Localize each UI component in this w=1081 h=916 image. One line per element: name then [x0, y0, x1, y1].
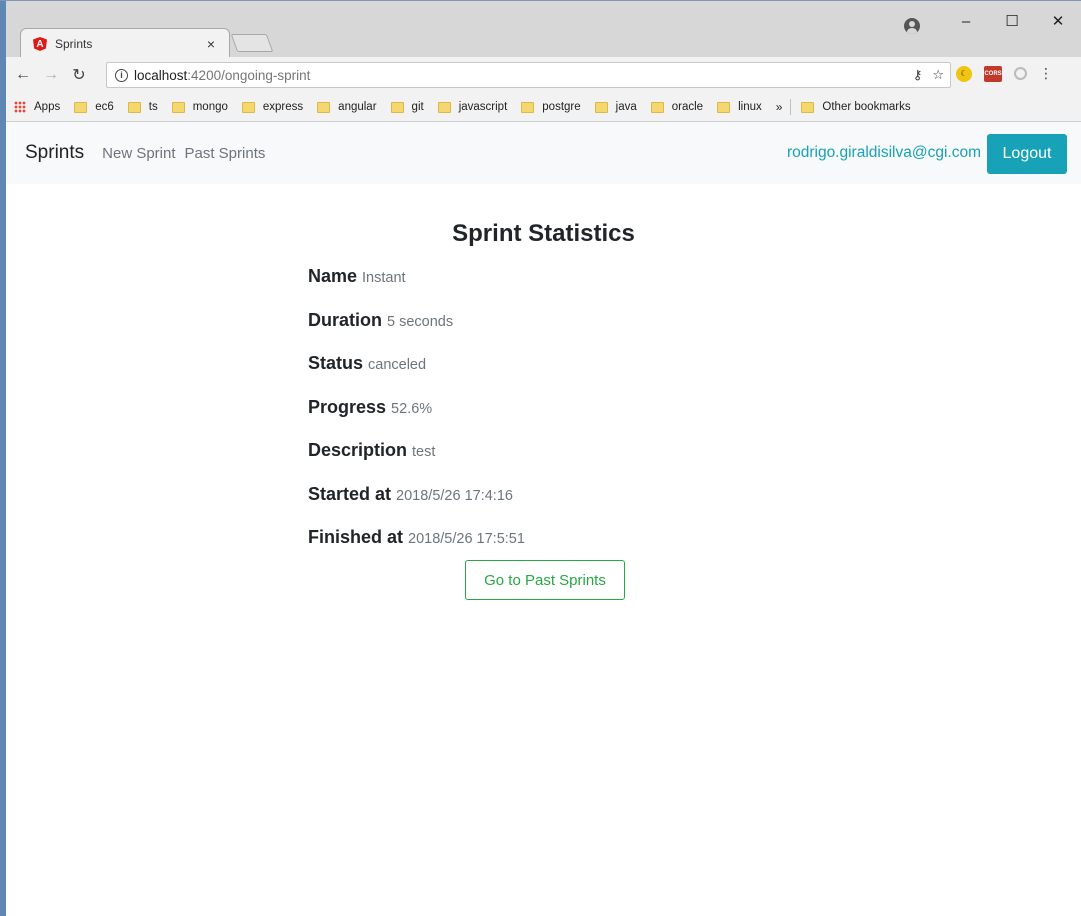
apps-icon	[14, 101, 26, 113]
new-tab-button[interactable]	[230, 34, 274, 52]
stat-value: 2018/5/26 17:5:51	[408, 531, 525, 547]
folder-icon	[317, 101, 331, 113]
bookmark-apps[interactable]: Apps	[14, 101, 60, 113]
folder-icon	[390, 101, 404, 113]
app-navbar: Sprints New Sprint Past Sprints rodrigo.…	[6, 122, 1081, 184]
stat-label: Description	[308, 440, 408, 460]
stat-value: 2018/5/26 17:4:16	[396, 487, 513, 504]
bookmark-folder[interactable]: linux	[717, 101, 762, 113]
folder-icon	[594, 101, 608, 113]
stat-label: Finished at	[308, 527, 404, 547]
stat-duration: Duration 5 seconds	[308, 310, 525, 354]
user-email: rodrigo.giraldisilva@cgi.com	[786, 144, 981, 161]
bookmark-folder[interactable]: ts	[127, 101, 158, 113]
stat-value: canceled	[368, 357, 427, 373]
stat-description: Description test	[308, 440, 525, 484]
folder-icon	[437, 101, 451, 113]
window-frame-top	[0, 0, 1081, 1]
close-window-button[interactable]: ✕	[1035, 12, 1081, 30]
bookmark-folder[interactable]: git	[390, 101, 424, 113]
bookmark-folder[interactable]: java	[594, 101, 637, 113]
stat-label: Status	[308, 353, 364, 373]
back-icon[interactable]: ←	[12, 66, 34, 84]
nav-past-sprints[interactable]: Past Sprints	[185, 145, 266, 162]
more-bookmarks-button[interactable]: »	[776, 100, 783, 114]
minimize-button[interactable]: –	[943, 13, 989, 30]
bookmark-folder[interactable]: express	[241, 101, 303, 113]
stat-progress: Progress 52.6%	[308, 397, 525, 441]
go-to-past-sprints-button[interactable]: Go to Past Sprints	[465, 560, 625, 600]
cors-extension-icon[interactable]: CORS	[984, 65, 1002, 82]
bookmark-folder[interactable]: ec6	[74, 101, 114, 113]
page-title: Sprint Statistics	[452, 220, 635, 247]
stat-value: 5 seconds	[387, 313, 454, 330]
profile-icon[interactable]	[904, 18, 920, 34]
nav-new-sprint[interactable]: New Sprint	[102, 145, 175, 162]
folder-icon	[717, 101, 731, 113]
address-bar[interactable]: i localhost:4200/ongoing-sprint ⚷ ☆	[106, 62, 951, 88]
angular-icon: A	[33, 37, 47, 51]
key-icon[interactable]: ⚷	[913, 67, 923, 83]
folder-icon	[241, 101, 255, 113]
stat-label: Duration	[308, 309, 382, 330]
folder-icon	[801, 101, 815, 113]
bookmark-folder[interactable]: oracle	[650, 101, 703, 113]
folder-icon	[127, 101, 141, 113]
stat-value: test	[412, 444, 436, 460]
stat-label: Started at	[308, 483, 392, 504]
extensions: ☾ CORS ⋮	[956, 65, 1053, 82]
logout-button[interactable]: Logout	[987, 134, 1067, 174]
star-icon[interactable]: ☆	[932, 67, 944, 83]
reload-icon[interactable]: ↻	[68, 65, 90, 85]
info-icon[interactable]: i	[115, 68, 128, 82]
omnibox-actions: ⚷ ☆	[913, 67, 944, 83]
dark-mode-extension-icon[interactable]: ☾	[956, 65, 972, 82]
url-path: :4200/ongoing-sprint	[187, 67, 311, 83]
maximize-button[interactable]: ☐	[989, 12, 1035, 30]
stat-status: Status canceled	[308, 353, 525, 397]
folder-icon	[521, 101, 535, 113]
close-tab-icon[interactable]: ×	[203, 36, 219, 52]
bookmarks-bar: Apps ec6 ts mongo express angular git ja…	[6, 93, 1081, 122]
stat-label: Progress	[308, 396, 387, 417]
circle-extension-icon[interactable]	[1014, 67, 1027, 80]
title-bar: A Sprints × – ☐ ✕	[6, 1, 1081, 59]
window-frame	[0, 0, 6, 916]
main-content: Sprint Statistics Name Instant Duration …	[6, 184, 1081, 916]
url-host: localhost	[134, 67, 188, 83]
folder-icon	[171, 101, 185, 113]
stat-value: Instant	[362, 270, 406, 286]
browser-tab[interactable]: A Sprints ×	[20, 28, 230, 59]
sprint-stats: Name Instant Duration 5 seconds Status c…	[308, 266, 525, 571]
browser-toolbar: ← → ↻ i localhost:4200/ongoing-sprint ⚷ …	[6, 57, 1081, 93]
stat-value: 52.6%	[391, 400, 433, 417]
stat-started-at: Started at 2018/5/26 17:4:16	[308, 484, 525, 528]
tab-title: Sprints	[55, 37, 93, 51]
browser-window: A Sprints × – ☐ ✕ ← → ↻ i localhost:4200…	[0, 0, 1081, 916]
folder-icon	[74, 101, 88, 113]
bookmarks-divider	[790, 99, 792, 115]
bookmark-folder[interactable]: angular	[317, 101, 377, 113]
bookmark-folder[interactable]: postgre	[521, 101, 581, 113]
stat-label: Name	[308, 266, 358, 286]
window-controls: – ☐ ✕	[943, 1, 1081, 41]
other-bookmarks[interactable]: Other bookmarks	[801, 101, 911, 113]
bookmark-folder[interactable]: javascript	[437, 101, 507, 113]
stat-name: Name Instant	[308, 266, 525, 310]
brand-link[interactable]: Sprints	[25, 142, 84, 164]
bookmark-folder[interactable]: mongo	[171, 101, 228, 113]
menu-icon[interactable]: ⋮	[1039, 65, 1053, 82]
folder-icon	[650, 101, 664, 113]
forward-icon[interactable]: →	[40, 66, 62, 84]
